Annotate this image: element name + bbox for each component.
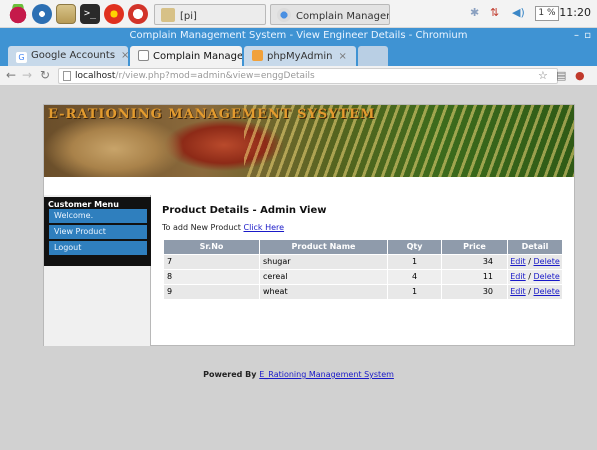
tab-strip: GGoogle Accounts× Complain Manage× phpMy… [0,44,597,66]
shield-icon[interactable]: ● [575,69,585,82]
header-price: Price [442,240,508,254]
maximize-icon[interactable]: ▫ [584,28,591,44]
link-separator: / [528,287,531,296]
edit-link[interactable]: Edit [510,272,526,281]
volume-icon[interactable]: ◀) [512,6,525,19]
new-tab-button[interactable] [358,46,388,66]
window-title: Complain Management System - View Engine… [129,30,468,41]
google-icon: G [16,52,27,63]
site-page: E-RATIONING MANAGEMENT SYSYTEM Customer … [43,104,575,346]
cell-detail: Edit / Delete [508,285,562,299]
menu-heading: Customer Menu [48,200,119,209]
forward-icon[interactable]: → [22,68,32,82]
cell-detail: Edit / Delete [508,255,562,269]
cell-qty: 1 [388,255,442,269]
close-icon[interactable]: × [338,51,346,62]
minimize-icon[interactable]: – [574,28,579,44]
tab-label: Google Accounts [31,50,116,61]
table-row: 7 shugar 1 34 Edit / Delete [164,255,562,269]
tab-complain-manage[interactable]: Complain Manage× [130,46,242,66]
site-footer: Powered By E_Rationing Management System [0,370,597,379]
delete-link[interactable]: Delete [534,272,560,281]
add-product-line: To add New Product Click Here [162,223,284,232]
tab-phpmyadmin[interactable]: phpMyAdmin × [244,46,356,66]
cell-price: 30 [442,285,508,299]
mathematica-icon[interactable] [128,4,148,24]
phpmyadmin-icon [252,50,263,61]
header-detail: Detail [521,242,549,251]
menu-item-logout[interactable]: Logout [49,241,147,255]
delete-link[interactable]: Delete [534,287,560,296]
cell-qty: 4 [388,270,442,284]
network-icon[interactable]: ⇅ [490,6,499,19]
table-row: 9 wheat 1 30 Edit / Delete [164,285,562,299]
cell-qty: 1 [388,285,442,299]
header-srno: Sr.No [164,240,260,254]
add-product-text: To add New Product [162,223,241,232]
cell-product-name: wheat [260,285,388,299]
taskbar-task-chromium[interactable]: Complain Managem... [270,4,390,25]
close-icon[interactable]: × [121,50,128,61]
page-info-icon[interactable] [63,71,71,81]
folder-icon[interactable] [56,4,76,24]
menu-item-welcome[interactable]: Welcome. [49,209,147,223]
sidebar: Customer Menu Welcome. View Product Logo… [44,195,151,346]
edit-link[interactable]: Edit [510,287,526,296]
footer-text: Powered By [203,370,257,379]
site-banner: E-RATIONING MANAGEMENT SYSYTEM [44,105,574,177]
site-title: E-RATIONING MANAGEMENT SYSYTEM [48,107,376,122]
folder-icon [161,8,175,22]
table-header: Sr.No Product Name Qty Price Detail [164,240,562,254]
header-qty: Qty [388,240,442,254]
link-separator: / [528,257,531,266]
cell-price: 34 [442,255,508,269]
delete-link[interactable]: Delete [534,257,560,266]
taskbar-task-pi[interactable]: [pi] [154,4,266,25]
extension-icon[interactable]: ▤ [556,69,566,82]
tab-label: Complain Manage [153,51,242,62]
chromium-icon [277,8,291,22]
bluetooth-icon[interactable]: ✱ [470,6,479,19]
footer-link[interactable]: E_Rationing Management System [259,370,394,379]
page-icon [138,50,149,61]
cell-srno: 8 [164,270,260,284]
cell-detail: Edit / Delete [508,270,562,284]
screen: >_ [pi] Complain Managem... ✱ ⇅ ◀) 1 % 1… [0,0,597,450]
window-titlebar: Complain Management System - View Engine… [0,28,597,44]
address-bar[interactable]: localhost/r/view.php?mod=admin&view=engg… [58,68,558,84]
browser-viewport: E-RATIONING MANAGEMENT SYSYTEM Customer … [0,86,597,450]
browser-toolbar: ← → ↻ localhost/r/view.php?mod=admin&vie… [0,66,597,86]
task-label: [pi] [180,11,197,22]
table-row: 8 cereal 4 11 Edit / Delete [164,270,562,284]
cell-price: 11 [442,270,508,284]
tab-google-accounts[interactable]: G Google Accounts × [8,46,128,66]
url-host: localhost [75,71,116,81]
back-icon[interactable]: ← [6,68,16,82]
wolfram-icon[interactable] [104,4,124,24]
customer-menu: Customer Menu Welcome. View Product Logo… [44,197,151,266]
cpu-monitor: 1 % [535,6,559,21]
clock: 11:20 [559,6,591,19]
raspberry-menu-icon[interactable] [8,4,28,24]
link-separator: / [528,272,531,281]
page-title: Product Details - Admin View [162,205,327,216]
desktop-taskbar: >_ [pi] Complain Managem... ✱ ⇅ ◀) 1 % 1… [0,0,597,28]
terminal-icon[interactable]: >_ [80,4,100,24]
tab-label: phpMyAdmin [267,51,333,62]
globe-icon[interactable] [32,4,52,24]
url-path: /r/view.php?mod=admin&view=enggDetails [115,71,315,81]
add-product-link[interactable]: Click Here [243,223,284,232]
cell-srno: 7 [164,255,260,269]
task-label: Complain Managem... [296,11,389,22]
cell-product-name: cereal [260,270,388,284]
menu-item-view-product[interactable]: View Product [49,225,147,239]
header-product-name: Product Name [260,240,388,254]
bookmark-star-icon[interactable]: ☆ [538,69,548,82]
reload-icon[interactable]: ↻ [40,68,50,82]
cell-srno: 9 [164,285,260,299]
cell-product-name: shugar [260,255,388,269]
edit-link[interactable]: Edit [510,257,526,266]
